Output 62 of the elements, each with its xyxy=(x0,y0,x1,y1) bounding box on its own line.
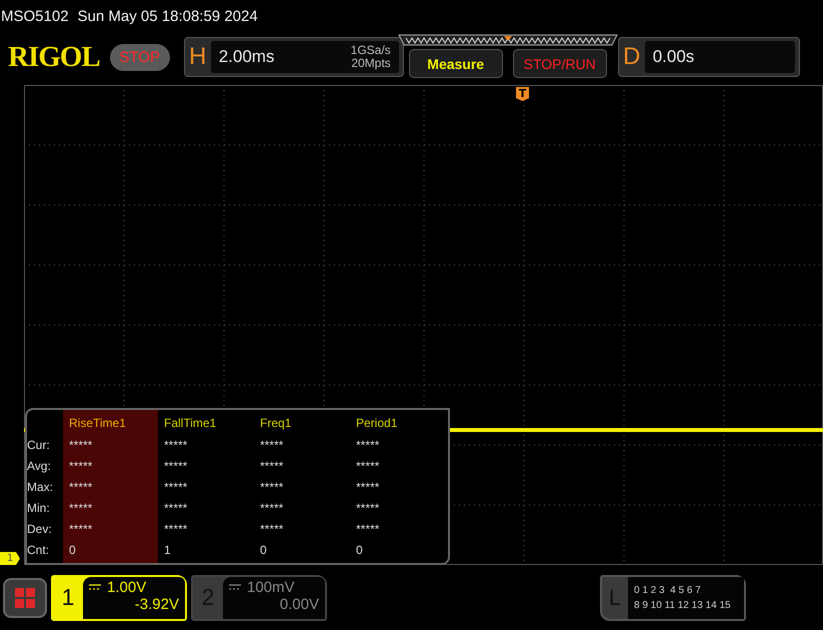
selected-column[interactable]: RiseTime1 ***** ***** ***** ***** ***** 0 xyxy=(63,410,158,563)
channel-panel[interactable]: 1 1.00V -3.92V xyxy=(51,574,187,620)
table-cell-text: ***** xyxy=(163,521,188,538)
table-cell-text: ***** xyxy=(163,479,188,496)
channel-scale: 100mV xyxy=(247,578,295,596)
channel-offset: -3.92V xyxy=(134,596,179,612)
table-cell-text: ***** xyxy=(355,479,380,496)
table-cell-text: ***** xyxy=(259,458,284,475)
table-cell-text: 0 xyxy=(259,542,268,559)
row-label: Min: xyxy=(27,500,51,517)
row-label: Cnt: xyxy=(27,542,50,559)
table-cell-text: ***** xyxy=(163,500,188,517)
channel-offset: 0.00V xyxy=(280,596,319,612)
table-cell-text: ***** xyxy=(355,458,380,475)
table-cell-text: ***** xyxy=(259,521,284,538)
table-cell-text: ***** xyxy=(259,437,284,454)
column-header[interactable]: FallTime1 xyxy=(158,410,254,435)
table-cell-text: 0 xyxy=(355,542,364,559)
table-cell-text: ***** xyxy=(163,437,188,454)
grid-icon xyxy=(15,588,35,608)
stop-run-button[interactable]: STOP/RUN xyxy=(512,49,607,78)
column-header[interactable]: Freq1 xyxy=(254,410,350,435)
delay-label: D xyxy=(622,43,642,71)
model-name: MSO5102 xyxy=(1,8,69,24)
table-cell-text: ***** xyxy=(68,437,94,454)
table-cell-text: ***** xyxy=(163,458,188,475)
table-cell-text: ***** xyxy=(259,479,284,496)
trigger-marker[interactable]: T xyxy=(516,87,529,101)
dc-coupling-icon xyxy=(229,584,241,590)
table-cell-text: ***** xyxy=(68,458,94,475)
dc-coupling-icon xyxy=(89,584,101,590)
digital-channels: 0 1 2 3 4 5 6 7 xyxy=(634,584,702,598)
delay-panel[interactable]: D 0.00s xyxy=(618,37,800,77)
table-cell-text: ***** xyxy=(68,479,94,496)
table-cell-text: ***** xyxy=(68,500,94,517)
table-cell-text: ***** xyxy=(355,437,380,454)
horizontal-label: H xyxy=(188,43,208,71)
column-header[interactable]: Period1 xyxy=(350,410,446,435)
table-cell-text: ***** xyxy=(68,521,94,538)
row-label: Dev: xyxy=(27,521,53,538)
table-cell-text: ***** xyxy=(355,521,380,538)
row-label: Max: xyxy=(27,479,54,496)
measure-button[interactable]: Measure xyxy=(408,49,503,78)
sample-rate: 1GSa/s xyxy=(350,44,391,57)
channel-number: 1 xyxy=(60,584,76,611)
row-label: Avg: xyxy=(27,458,52,475)
digital-channels: 8 9 10 11 12 13 14 15 xyxy=(634,598,732,612)
table-cell-text: 1 xyxy=(163,542,172,559)
timebase-value: 2.00ms xyxy=(218,47,274,67)
table-cell-text: ***** xyxy=(355,500,380,517)
delay-value: 0.00s xyxy=(652,47,694,67)
row-label: Cur: xyxy=(27,437,51,454)
memory-depth: 20Mpts xyxy=(351,57,391,70)
timebase-panel[interactable]: H 2.00ms 1GSa/s 20Mpts xyxy=(184,37,404,77)
menu-button[interactable] xyxy=(3,578,47,618)
channel-scale: 1.00V xyxy=(107,578,146,596)
table-cell-text: 0 xyxy=(68,542,77,559)
date-time: Sun May 05 18:08:59 2024 xyxy=(78,8,258,24)
column-header[interactable]: RiseTime1 xyxy=(63,410,158,435)
table-cell-text: ***** xyxy=(259,500,284,517)
brand-logo: RIGOL xyxy=(8,40,100,74)
channel-marker[interactable]: 1 xyxy=(0,552,20,565)
